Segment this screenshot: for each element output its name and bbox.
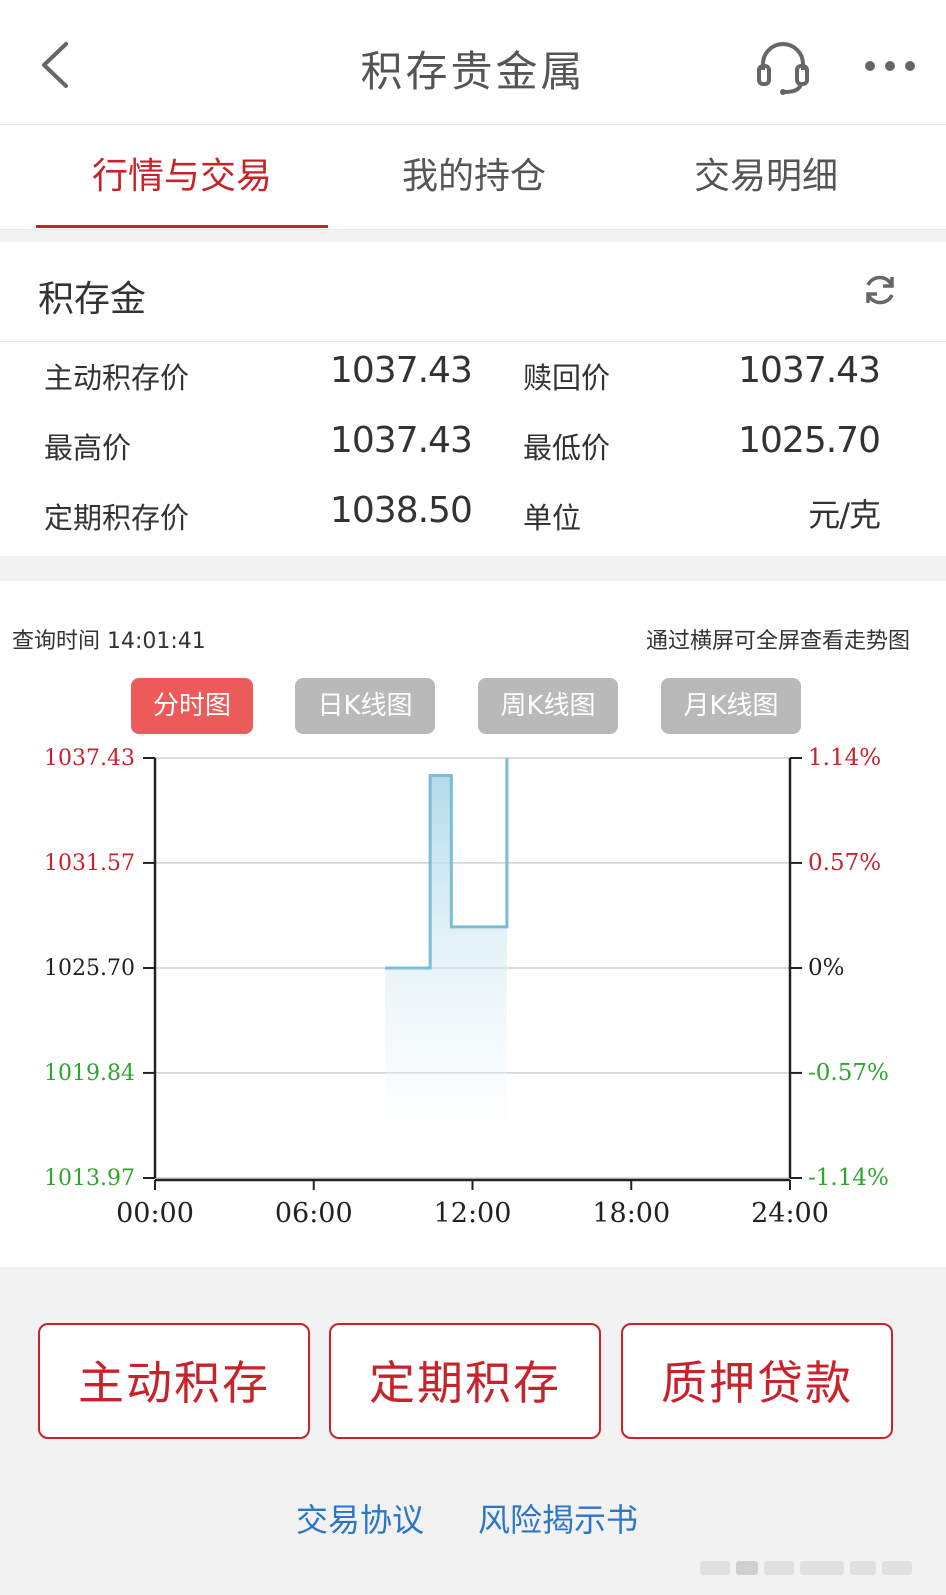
active-tab-indicator [36, 225, 328, 228]
x-tick-label: 18:00 [592, 1198, 670, 1229]
unit-value: 元/克 [808, 496, 881, 534]
unit-label: 单位 [523, 501, 582, 535]
x-tick-label: 00:00 [116, 1198, 194, 1229]
y-tick-label: 1037.43 [44, 746, 135, 771]
y-tick-label: 1013.97 [44, 1166, 135, 1191]
fixed-deposit-button[interactable]: 定期积存 [329, 1323, 601, 1439]
rotate-hint: 通过横屏可全屏查看走势图 [645, 629, 910, 654]
active-deposit-button[interactable]: 主动积存 [38, 1323, 310, 1439]
high-price-value: 1037.43 [330, 420, 473, 461]
query-time: 查询时间 14:01:41 [12, 629, 206, 654]
pct-tick-label: 1.14% [808, 745, 881, 771]
low-price-value: 1025.70 [738, 420, 881, 461]
divider [0, 341, 946, 342]
price-card: 积存金 主动积存价 1037.43 赎回价 1037.43 最高价 1037.4… [0, 242, 946, 556]
chart-tab-monthly-k[interactable]: 月K线图 [661, 678, 801, 734]
chart-section: 查询时间 14:01:41 通过横屏可全屏查看走势图 分时图 日K线图 周K线图… [0, 581, 946, 1267]
y-tick-label: 1025.70 [44, 956, 135, 981]
y-tick-label: 1031.57 [44, 851, 135, 876]
active-deposit-price-value: 1037.43 [330, 350, 473, 391]
product-title: 积存金 [38, 279, 147, 320]
chart-tab-daily-k[interactable]: 日K线图 [295, 678, 435, 734]
low-price-label: 最低价 [523, 431, 611, 465]
x-tick-label: 06:00 [275, 1198, 353, 1229]
top-bar: 积存贵金属 [0, 0, 946, 125]
home-indicator [700, 1559, 916, 1577]
tab-market-trade[interactable]: 行情与交易 [36, 125, 328, 229]
y-tick-label: 1019.84 [44, 1061, 135, 1086]
x-tick-label: 12:00 [434, 1198, 512, 1229]
intraday-chart: 1037.43 1.14% 1031.57 0.57% 1025.70 0% 1019.84… [44, 745, 889, 1229]
refresh-icon[interactable] [862, 272, 898, 308]
tab-my-holdings[interactable]: 我的持仓 [328, 125, 620, 229]
pct-tick-label: -1.14% [808, 1165, 889, 1191]
headset-icon[interactable] [755, 38, 811, 96]
high-price-label: 最高价 [44, 431, 132, 465]
pct-tick-label: -0.57% [808, 1060, 889, 1086]
fixed-deposit-price-value: 1038.50 [330, 490, 473, 531]
tab-bar: 行情与交易 我的持仓 交易明细 [0, 125, 946, 230]
x-tick-label: 24:00 [751, 1198, 829, 1229]
chart-tab-intraday[interactable]: 分时图 [131, 678, 253, 734]
pct-tick-label: 0% [808, 955, 845, 981]
action-area: 主动积存 定期积存 质押贷款 交易协议 风险揭示书 [0, 1267, 946, 1595]
more-icon[interactable] [862, 56, 918, 76]
chart-tab-weekly-k[interactable]: 周K线图 [478, 678, 618, 734]
price-area [385, 758, 507, 1160]
active-deposit-price-label: 主动积存价 [44, 361, 190, 395]
fixed-deposit-price-label: 定期积存价 [44, 501, 190, 535]
redeem-price-label: 赎回价 [523, 361, 611, 395]
tab-trade-details[interactable]: 交易明细 [620, 125, 912, 229]
redeem-price-value: 1037.43 [738, 350, 881, 391]
pct-tick-label: 0.57% [808, 850, 881, 876]
trade-agreement-link[interactable]: 交易协议 [296, 1495, 424, 1541]
risk-disclosure-link[interactable]: 风险揭示书 [478, 1495, 638, 1541]
pledge-loan-button[interactable]: 质押贷款 [621, 1323, 893, 1439]
